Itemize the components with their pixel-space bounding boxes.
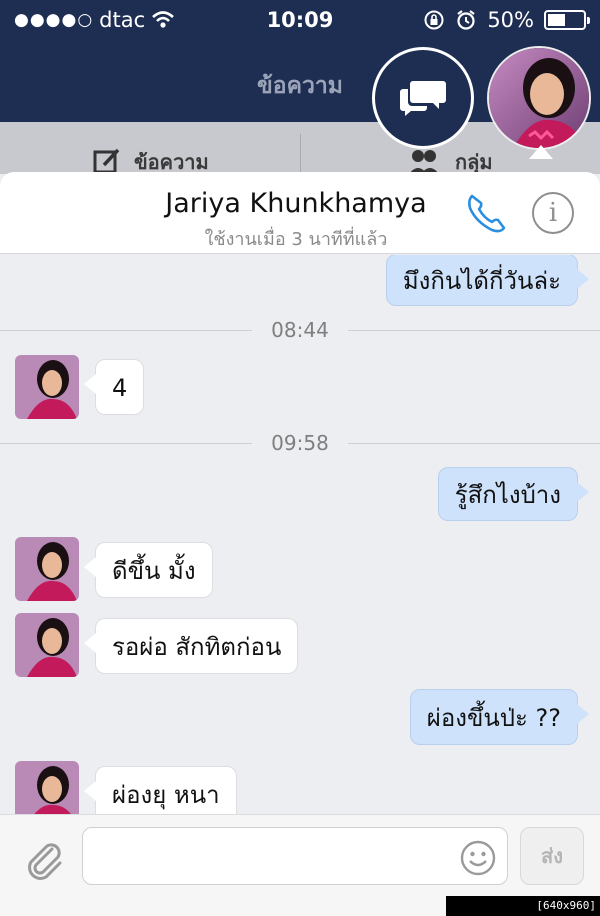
incoming-message[interactable]: รอผ่อ สักทิตก่อน	[83, 618, 299, 674]
profile-photo	[15, 761, 79, 815]
time-label: 09:58	[271, 431, 329, 455]
avatar[interactable]	[15, 355, 79, 419]
profile-photo	[15, 537, 79, 601]
battery-level	[548, 14, 566, 26]
phone-icon	[468, 194, 506, 233]
send-button[interactable]: ส่ง	[520, 827, 584, 885]
battery-percent: 50%	[487, 8, 534, 32]
status-bar: ●●●●○ dtac 10:09 50%	[0, 8, 600, 36]
attach-button[interactable]	[22, 837, 66, 881]
incoming-message[interactable]: 4	[83, 359, 145, 415]
chat-heads-button[interactable]	[372, 47, 474, 149]
tab-divider	[300, 134, 301, 174]
info-icon: i	[548, 198, 558, 228]
outgoing-message[interactable]: ผ่องขึ้นป่ะ ??	[409, 689, 590, 745]
incoming-message[interactable]: ผ่องยุ หนา	[84, 766, 237, 815]
chat-header: Jariya Khunkhamya ใช้งานเมื่อ 3 นาทีที่แ…	[0, 172, 600, 254]
alarm-icon	[457, 10, 475, 30]
profile-photo	[15, 355, 79, 419]
smiley-icon	[460, 840, 496, 876]
battery-icon	[544, 10, 590, 30]
popover-pointer	[529, 145, 553, 159]
chat-card: Jariya Khunkhamya ใช้งานเมื่อ 3 นาทีที่แ…	[0, 172, 600, 916]
incoming-message[interactable]: ดีขึ้น มั้ง	[84, 542, 213, 598]
avatar[interactable]	[15, 613, 79, 677]
watermark-text: [640x960] https://upic.me/	[446, 896, 600, 916]
call-button[interactable]	[462, 190, 510, 238]
status-right: 50%	[423, 8, 590, 32]
profile-photo	[489, 48, 589, 148]
profile-photo	[15, 613, 79, 677]
time-label: 08:44	[271, 318, 329, 342]
outgoing-message[interactable]: มึงกินได้กี่วันล่ะ	[385, 255, 590, 306]
time-separator: 08:44	[0, 318, 600, 342]
outgoing-message[interactable]: รู้สึกไงบ้าง	[437, 467, 590, 521]
message-list[interactable]: มึงกินได้กี่วันล่ะ 08:44 4 09:58 รู้สึกไ…	[0, 255, 600, 815]
time-separator: 09:58	[0, 431, 600, 455]
emoji-button[interactable]	[460, 840, 496, 876]
paperclip-icon	[28, 843, 62, 880]
avatar[interactable]	[15, 761, 79, 815]
avatar[interactable]	[15, 537, 79, 601]
phone-screen: ●●●●○ dtac 10:09 50% ข้อความ ข้อความ กลุ…	[0, 0, 600, 916]
message-input[interactable]	[82, 827, 508, 885]
chat-bubbles-icon	[400, 81, 446, 116]
info-button[interactable]: i	[532, 192, 574, 234]
contact-avatar-large[interactable]	[487, 46, 591, 150]
rotation-lock-icon	[424, 10, 444, 30]
